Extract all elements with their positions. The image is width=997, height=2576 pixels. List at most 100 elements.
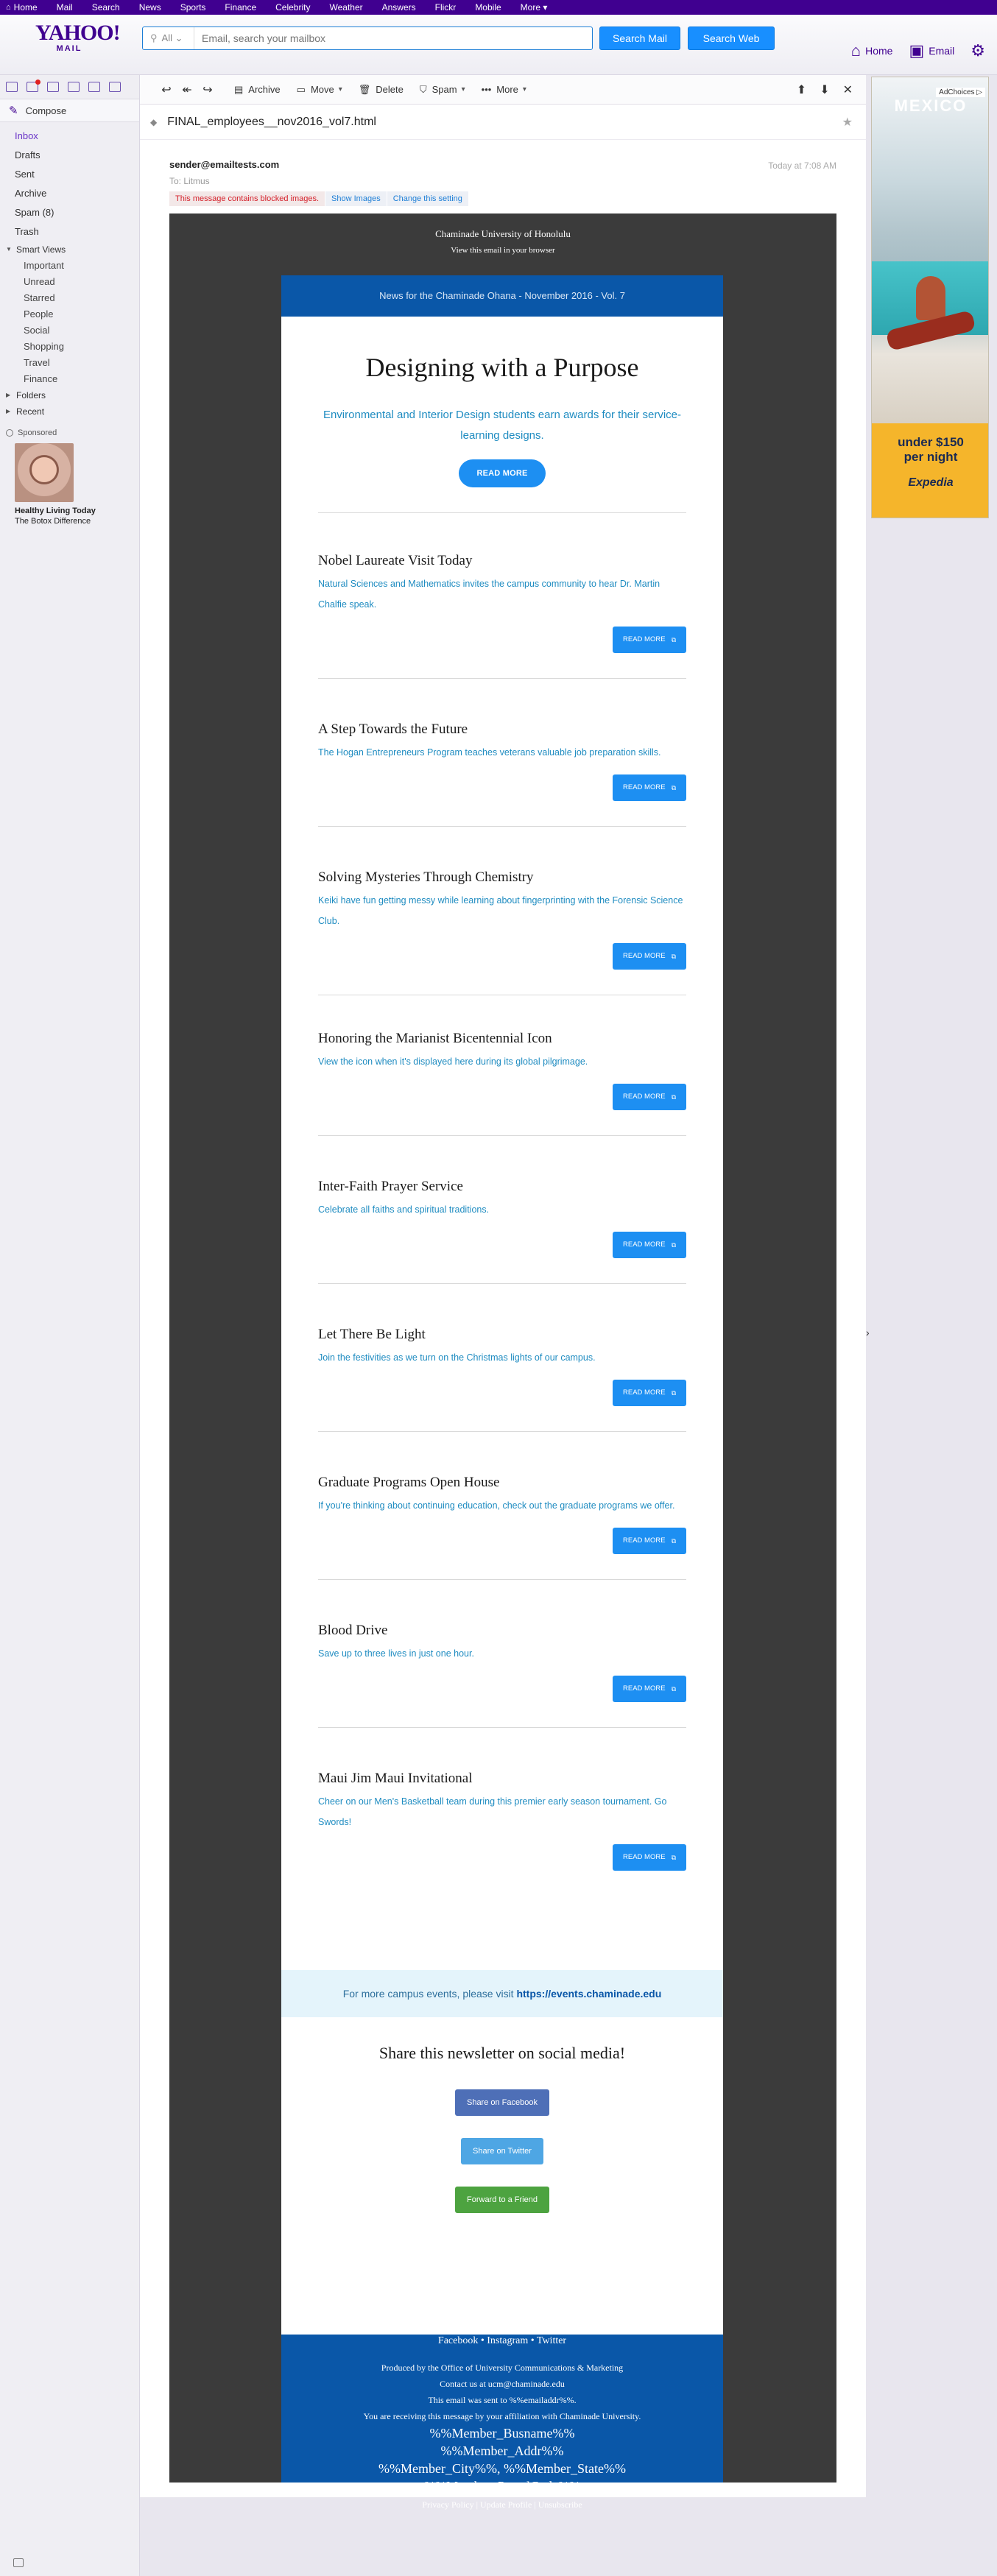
smart-view-finance[interactable]: Finance xyxy=(0,371,139,387)
topnav-item[interactable]: Finance xyxy=(225,2,256,13)
show-images-link[interactable]: Show Images xyxy=(325,191,387,206)
article-title[interactable]: Blood Drive xyxy=(318,1623,686,1639)
smart-view-people[interactable]: People xyxy=(0,306,139,322)
share-twitter-button[interactable]: Share on Twitter xyxy=(461,2138,543,2164)
footer-social-links[interactable]: Facebook • Instagram • Twitter xyxy=(281,2335,723,2348)
contacts-icon[interactable] xyxy=(27,80,40,92)
article-title[interactable]: Graduate Programs Open House xyxy=(318,1475,686,1491)
smart-view-travel[interactable]: Travel xyxy=(0,355,139,371)
topnav-item[interactable]: Mail xyxy=(57,2,73,13)
settings-button[interactable]: ⚙ xyxy=(970,41,990,60)
topnav-item[interactable]: Search xyxy=(92,2,120,13)
change-setting-link[interactable]: Change this setting xyxy=(386,191,468,206)
search-web-button[interactable]: Search Web xyxy=(688,27,775,50)
forward-to-friend-button[interactable]: Forward to a Friend xyxy=(455,2187,549,2213)
reply-icon[interactable]: ↩ xyxy=(156,82,177,97)
next-message-icon[interactable]: ⬇ xyxy=(820,82,829,97)
sidebar-item-sent[interactable]: Sent xyxy=(0,165,139,184)
home-link[interactable]: ⌂ Home xyxy=(851,41,893,60)
search-input[interactable] xyxy=(194,27,592,49)
article-title[interactable]: Let There Be Light xyxy=(318,1327,686,1343)
read-more-button[interactable]: READ MORE ⧉ xyxy=(613,1844,686,1871)
sponsored-subtitle[interactable]: The Botox Difference xyxy=(0,517,139,526)
topnav-item[interactable]: Weather xyxy=(329,2,362,13)
delete-button[interactable]: 🗑︎ Delete xyxy=(359,84,404,96)
share-facebook-button[interactable]: Share on Facebook xyxy=(455,2089,549,2116)
read-more-button[interactable]: READ MORE ⧉ xyxy=(613,1380,686,1406)
topnav-item[interactable]: Sports xyxy=(180,2,206,13)
topnav-label: Sports xyxy=(180,2,206,13)
more-button[interactable]: ••• More ▾ xyxy=(482,84,526,95)
topnav-item[interactable]: Flickr xyxy=(435,2,457,13)
article-actions: READ MORE ⧉ xyxy=(318,1528,686,1554)
smart-views-toggle[interactable]: ▼ Smart Views xyxy=(0,241,139,258)
smart-view-social[interactable]: Social xyxy=(0,322,139,339)
reply-all-icon[interactable]: ↞ xyxy=(177,82,197,97)
read-more-button[interactable]: READ MORE ⧉ xyxy=(613,1084,686,1110)
compose-button[interactable]: ✎ Compose xyxy=(0,99,139,122)
sponsored-title[interactable]: Healthy Living Today xyxy=(0,507,139,515)
topnav-label: More ▾ xyxy=(520,2,548,13)
sidebar-item-inbox[interactable]: Inbox xyxy=(0,127,139,146)
recent-toggle[interactable]: ▶ Recent xyxy=(0,403,139,420)
read-more-button[interactable]: READ MORE ⧉ xyxy=(613,1232,686,1258)
topnav-item[interactable]: ⌂ Home xyxy=(6,2,38,13)
sponsored-image[interactable] xyxy=(15,443,74,502)
read-more-button[interactable]: READ MORE ⧉ xyxy=(613,627,686,653)
sidebar-item-spam[interactable]: Spam (8) xyxy=(0,203,139,222)
archive-button[interactable]: ▤ Archive xyxy=(234,84,281,96)
smart-view-unread[interactable]: Unread xyxy=(0,274,139,290)
expedia-ad[interactable]: AdChoices ▷ MEXICO under $150 per night … xyxy=(871,77,989,518)
topnav-item[interactable]: News xyxy=(139,2,161,13)
topnav-item[interactable]: Mobile xyxy=(475,2,501,13)
read-more-button[interactable]: READ MORE ⧉ xyxy=(613,774,686,801)
email-profile-link[interactable]: ▣ Email xyxy=(909,41,954,60)
sidebar-item-trash[interactable]: Trash xyxy=(0,222,139,241)
article: Graduate Programs Open House If you're th… xyxy=(281,1475,723,1554)
topnav-item[interactable]: Celebrity xyxy=(275,2,310,13)
topnav-item[interactable]: More ▾ xyxy=(521,2,548,13)
campus-events-link[interactable]: https://events.chaminade.edu xyxy=(516,1988,661,2000)
article-title[interactable]: Honoring the Marianist Bicentennial Icon xyxy=(318,1031,686,1047)
forward-icon[interactable]: ↪ xyxy=(197,82,218,97)
read-more-button[interactable]: READ MORE ⧉ xyxy=(613,1528,686,1554)
collapse-icon[interactable]: ◆ xyxy=(150,117,157,127)
chevron-right-icon[interactable]: › xyxy=(866,1327,870,1338)
previous-message-icon[interactable]: ⬆ xyxy=(797,82,806,97)
blocked-images-notice: This message contains blocked images. Sh… xyxy=(169,191,866,206)
article-title[interactable]: Solving Mysteries Through Chemistry xyxy=(318,869,686,886)
search-scope-select[interactable]: ⚲ All ⌄ xyxy=(143,27,194,49)
move-button[interactable]: ▭ Move ▾ xyxy=(297,84,342,96)
sender-address[interactable]: sender@emailtests.com xyxy=(169,159,866,170)
yahoo-mail-logo[interactable]: YAHOO! MAIL xyxy=(35,22,121,54)
search-mail-button[interactable]: Search Mail xyxy=(599,27,680,50)
image-icon[interactable] xyxy=(13,2558,24,2567)
smart-view-starred[interactable]: Starred xyxy=(0,290,139,306)
messenger-icon[interactable] xyxy=(88,82,100,92)
article-title[interactable]: A Step Towards the Future xyxy=(318,721,686,738)
sidebar-item-archive[interactable]: Archive xyxy=(0,184,139,203)
mail-icon[interactable] xyxy=(6,82,18,92)
article-title[interactable]: Maui Jim Maui Invitational xyxy=(318,1771,686,1787)
calendar-icon[interactable] xyxy=(47,82,59,92)
article-title[interactable]: Inter-Faith Prayer Service xyxy=(318,1179,686,1195)
feature-read-more-button[interactable]: READ MORE xyxy=(459,459,546,487)
spam-button[interactable]: ⛉ Spam ▾ xyxy=(420,84,465,96)
footer-links[interactable]: Privacy Policy | Update Profile | Unsubs… xyxy=(281,2496,723,2513)
sidebar-item-drafts[interactable]: Drafts xyxy=(0,146,139,165)
close-icon[interactable]: ✕ xyxy=(843,82,853,97)
smart-view-important[interactable]: Important xyxy=(0,258,139,274)
caret-right-icon: ▶ xyxy=(6,392,11,398)
folders-label: Folders xyxy=(16,390,46,400)
newsfeed-icon[interactable] xyxy=(109,82,121,92)
read-more-button[interactable]: READ MORE ⧉ xyxy=(613,943,686,970)
article-title[interactable]: Nobel Laureate Visit Today xyxy=(318,553,686,569)
view-in-browser-link[interactable]: View this email in your browser xyxy=(169,246,836,255)
folders-toggle[interactable]: ▶ Folders xyxy=(0,387,139,403)
star-icon[interactable]: ★ xyxy=(842,115,853,130)
notepad-icon[interactable] xyxy=(68,82,80,92)
logo-subtitle: MAIL xyxy=(56,44,82,53)
read-more-button[interactable]: READ MORE ⧉ xyxy=(613,1676,686,1702)
topnav-item[interactable]: Answers xyxy=(382,2,416,13)
smart-view-shopping[interactable]: Shopping xyxy=(0,339,139,355)
